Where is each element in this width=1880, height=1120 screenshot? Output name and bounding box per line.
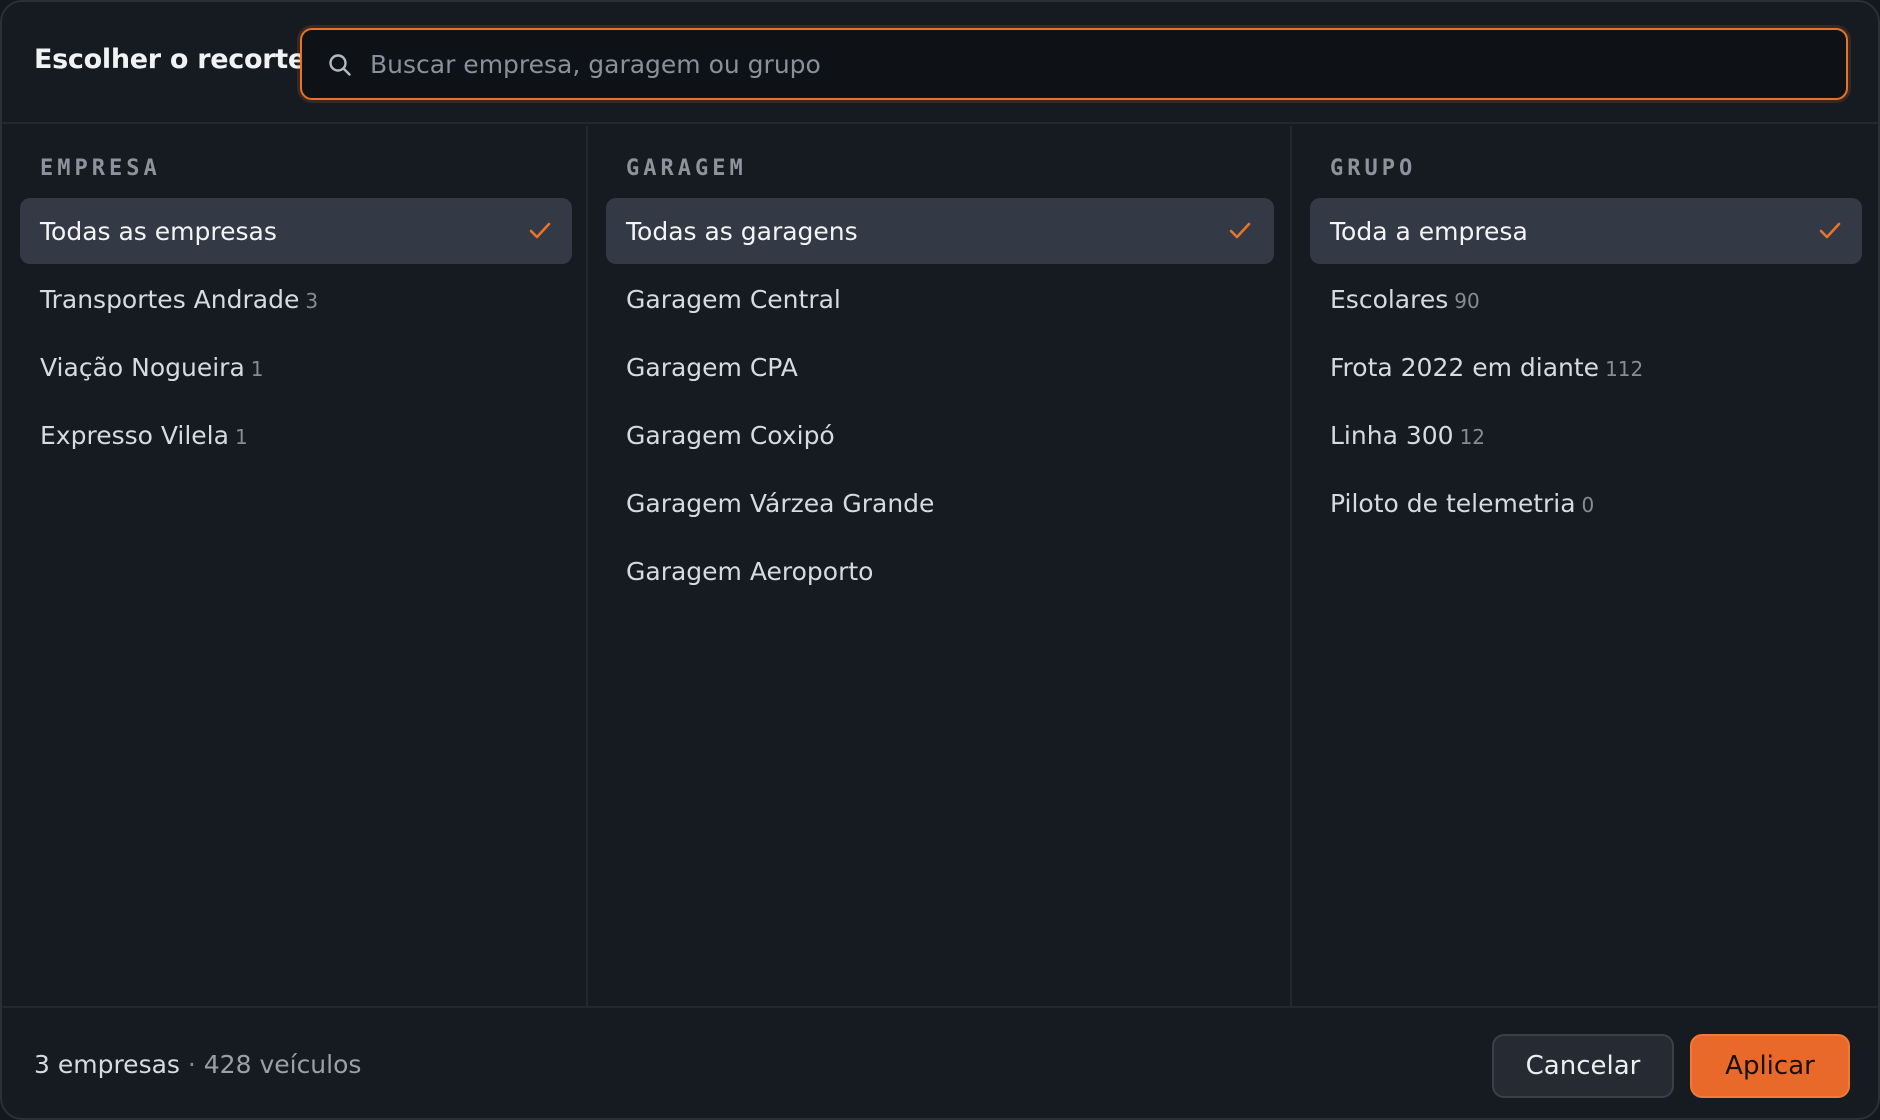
column-garagem: GARAGEM Todas as garagens Garagem Centra… [588,126,1292,1006]
grupo-item-linha-300[interactable]: Linha 300 12 [1310,402,1862,468]
item-label: Transportes Andrade 3 [40,285,319,314]
scope-picker-dialog: Escolher o recorte EMPRESA Todas as empr… [0,0,1880,1120]
garagem-item-cpa[interactable]: Garagem CPA [606,334,1274,400]
garagem-item-all[interactable]: Todas as garagens [606,198,1274,264]
dialog-header: Escolher o recorte [2,2,1878,124]
selection-summary: 3 empresas · 428 veículos [34,1050,361,1079]
item-count: 112 [1605,357,1644,381]
summary-companies: 3 empresas [34,1050,180,1079]
dialog-title: Escolher o recorte [34,44,306,75]
dialog-footer: 3 empresas · 428 veículos Cancelar Aplic… [2,1006,1878,1118]
item-label: Garagem Várzea Grande [626,489,935,518]
summary-vehicles: 428 veículos [203,1050,362,1079]
item-count: 90 [1454,289,1480,313]
garagem-item-varzea-grande[interactable]: Garagem Várzea Grande [606,470,1274,536]
item-count: 3 [305,289,319,313]
item-label: Frota 2022 em diante 112 [1330,353,1644,382]
grupo-item-frota-2022[interactable]: Frota 2022 em diante 112 [1310,334,1862,400]
item-count: 1 [234,425,248,449]
item-label: Expresso Vilela 1 [40,421,248,450]
apply-button[interactable]: Aplicar [1690,1034,1850,1098]
check-icon [529,222,551,239]
item-label: Escolares 90 [1330,285,1480,314]
item-label: Toda a empresa [1330,217,1528,246]
search-input[interactable] [368,30,1828,98]
column-grupo: GRUPO Toda a empresa Escolares 90 Frota 2… [1292,126,1878,1006]
filter-columns: EMPRESA Todas as empresas Transportes An… [2,126,1878,1006]
item-label: Todas as garagens [626,217,858,246]
check-icon [1819,222,1841,239]
item-count: 12 [1459,425,1486,449]
item-label: Viação Nogueira 1 [40,353,264,382]
item-count: 1 [250,357,264,381]
column-empresa: EMPRESA Todas as empresas Transportes An… [2,126,588,1006]
item-label: Garagem Coxipó [626,421,835,450]
item-label: Todas as empresas [40,217,277,246]
column-heading-empresa: EMPRESA [40,156,161,181]
item-count: 0 [1581,493,1595,517]
item-label: Garagem Central [626,285,841,314]
garagem-item-coxipo[interactable]: Garagem Coxipó [606,402,1274,468]
cancel-button[interactable]: Cancelar [1492,1034,1674,1098]
search-box[interactable] [300,28,1848,100]
garagem-item-aeroporto[interactable]: Garagem Aeroporto [606,538,1274,604]
grupo-item-all[interactable]: Toda a empresa [1310,198,1862,264]
item-label: Linha 300 12 [1330,421,1486,450]
item-label: Piloto de telemetria 0 [1330,489,1595,518]
grupo-item-escolares[interactable]: Escolares 90 [1310,266,1862,332]
summary-separator: · [179,1050,204,1079]
column-heading-garagem: GARAGEM [626,156,747,181]
empresa-item-all[interactable]: Todas as empresas [20,198,572,264]
column-heading-grupo: GRUPO [1330,156,1417,181]
item-label: Garagem Aeroporto [626,557,874,586]
empresa-item-transportes-andrade[interactable]: Transportes Andrade 3 [20,266,572,332]
check-icon [1229,222,1251,239]
empresa-item-viacao-nogueira[interactable]: Viação Nogueira 1 [20,334,572,400]
item-label: Garagem CPA [626,353,798,382]
garagem-item-central[interactable]: Garagem Central [606,266,1274,332]
grupo-item-piloto-telemetria[interactable]: Piloto de telemetria 0 [1310,470,1862,536]
search-icon [329,54,351,76]
empresa-item-expresso-vilela[interactable]: Expresso Vilela 1 [20,402,572,468]
